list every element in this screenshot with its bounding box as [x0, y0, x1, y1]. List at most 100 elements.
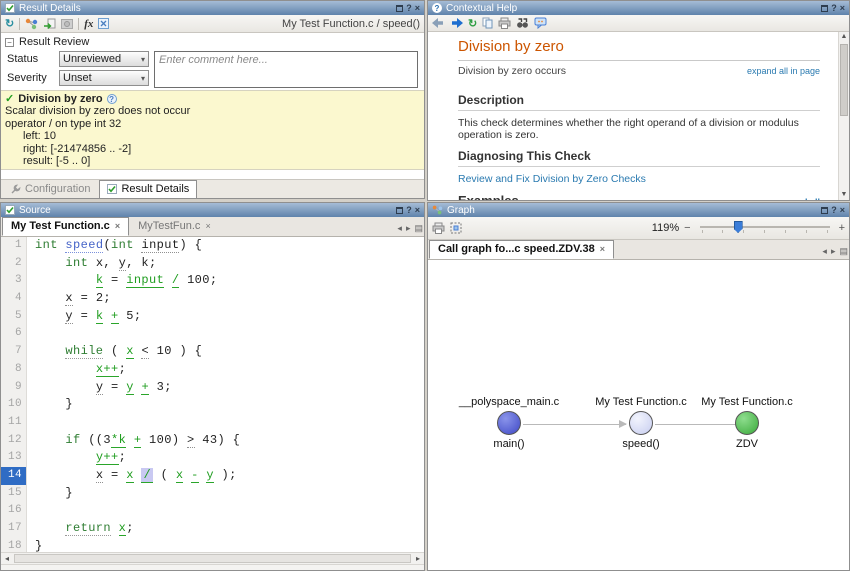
print-icon[interactable] — [498, 17, 511, 29]
panel-help-icon[interactable]: ? — [831, 205, 837, 215]
tab-scroll-left-icon[interactable]: ◂ — [822, 246, 827, 257]
code-line[interactable]: 6 — [1, 325, 424, 344]
scroll-left-icon[interactable]: ◂ — [1, 553, 13, 564]
tab-scroll-left-icon[interactable]: ◂ — [397, 223, 402, 234]
graph-node-speed[interactable]: My Test Function.c speed() — [586, 396, 696, 450]
goto-source-icon[interactable] — [43, 18, 56, 30]
feedback-icon[interactable] — [534, 17, 547, 29]
code-line[interactable]: 9 y = y + 3; — [1, 378, 424, 397]
expand-all-link[interactable]: expand all — [776, 197, 820, 200]
collapse-icon[interactable]: − — [5, 37, 14, 47]
refresh-icon[interactable]: ↻ — [468, 17, 477, 30]
code-line[interactable]: 18} — [1, 537, 424, 552]
graph-node-main[interactable]: __polyspace_main.c main() — [454, 396, 564, 450]
code-text: } — [35, 485, 74, 500]
call-graph-canvas[interactable]: __polyspace_main.c main() My Test Functi… — [428, 260, 849, 570]
code-line[interactable]: 2 int x, y, k; — [1, 254, 424, 273]
panel-help-icon[interactable]: ? — [406, 205, 412, 215]
help-question-icon[interactable]: ? — [106, 94, 117, 105]
code-line[interactable]: 16 — [1, 502, 424, 520]
source-horizontal-scrollbar[interactable]: ◂ ▸ — [1, 552, 424, 564]
code-line[interactable]: 3 k = input / 100; — [1, 272, 424, 291]
tab-my-test-function-c[interactable]: My Test Function.c × — [2, 217, 130, 236]
undock-icon[interactable] — [396, 4, 404, 12]
tab-configuration[interactable]: Configuration — [3, 181, 97, 198]
node-circle[interactable] — [497, 411, 521, 435]
tab-close-icon[interactable]: × — [115, 221, 120, 231]
node-circle[interactable] — [735, 411, 759, 435]
scroll-right-icon[interactable]: ▸ — [412, 553, 424, 564]
code-line[interactable]: 8 x++; — [1, 360, 424, 379]
zoom-out-icon[interactable]: − — [684, 222, 690, 234]
contextual-help-titlebar[interactable]: ? Contextual Help ? × — [428, 1, 849, 15]
help-vertical-scrollbar[interactable]: ▲ ▼ — [838, 32, 849, 200]
panel-help-icon[interactable]: ? — [406, 3, 412, 13]
code-line[interactable]: 15 } — [1, 484, 424, 503]
callgraph-icon[interactable] — [25, 18, 38, 30]
tab-list-icon[interactable]: ▤ — [414, 223, 423, 234]
find-icon[interactable] — [516, 17, 529, 29]
graph-titlebar[interactable]: Graph ? × — [428, 203, 849, 217]
graph-node-zdv[interactable]: My Test Function.c ZDV — [692, 396, 802, 450]
zoom-in-icon[interactable]: + — [839, 222, 845, 234]
print-icon[interactable] — [432, 222, 445, 234]
panel-close-icon[interactable]: × — [840, 205, 845, 215]
review-fix-link[interactable]: Review and Fix Division by Zero Checks — [458, 173, 646, 185]
tab-result-details[interactable]: Result Details — [99, 180, 198, 198]
code-line[interactable]: 7 while ( x < 10 ) { — [1, 343, 424, 361]
result-details-titlebar[interactable]: Result Details ? × — [1, 1, 424, 15]
undock-icon[interactable] — [821, 206, 829, 214]
undock-icon[interactable] — [396, 206, 404, 214]
result-details-title: Result Details — [19, 2, 81, 14]
fx-icon[interactable]: fx — [84, 18, 93, 30]
zoom-slider[interactable] — [699, 221, 830, 235]
tab-configuration-label: Configuration — [25, 183, 91, 195]
back-icon[interactable] — [432, 18, 445, 28]
tab-mytestfun-c[interactable]: MyTestFun.c × — [129, 217, 220, 236]
tab-scroll-right-icon[interactable]: ▸ — [406, 223, 411, 234]
scroll-up-icon[interactable]: ▲ — [839, 32, 849, 42]
code-line[interactable]: 5 y = k + 5; — [1, 307, 424, 326]
close-x-icon[interactable] — [98, 18, 110, 29]
tab-call-graph[interactable]: Call graph fo...c speed.ZDV.38 × — [429, 240, 614, 259]
undock-icon[interactable] — [821, 4, 829, 12]
fit-to-view-icon[interactable] — [450, 222, 462, 234]
scroll-down-icon[interactable]: ▼ — [839, 190, 849, 200]
scrollbar-thumb[interactable] — [840, 44, 848, 116]
diagnosing-heading: Diagnosing This Check — [458, 149, 820, 167]
check-result-line: result: [-5 .. 0] — [23, 155, 91, 168]
expand-all-in-page-link[interactable]: expand all in page — [747, 66, 820, 76]
comment-input[interactable]: Enter comment here... — [154, 51, 418, 88]
code-line[interactable]: 1 int speed(int input) { — [1, 237, 424, 255]
panel-close-icon[interactable]: × — [415, 3, 420, 13]
status-dropdown[interactable]: Unreviewed ▾ — [59, 51, 149, 67]
code-line[interactable]: 17 return x; — [1, 520, 424, 538]
code-editor[interactable]: 1 int speed(int input) {2 int x, y, k; 3 k… — [1, 237, 424, 552]
tab-close-icon[interactable]: × — [600, 244, 605, 254]
tab-list-icon[interactable]: ▤ — [839, 246, 848, 257]
code-line[interactable]: 10 } — [1, 396, 424, 414]
code-line[interactable]: 4 x = 2; — [1, 290, 424, 308]
refresh-icon[interactable]: ↻ — [5, 17, 14, 30]
node-circle[interactable] — [629, 411, 653, 435]
node-function-label: main() — [493, 438, 525, 450]
panel-help-icon[interactable]: ? — [831, 3, 837, 13]
source-titlebar[interactable]: Source ? × — [1, 203, 424, 217]
tab-scroll-right-icon[interactable]: ▸ — [831, 246, 836, 257]
code-line[interactable]: 14 x = x / ( x - y ); — [1, 466, 424, 485]
line-number: 3 — [1, 272, 27, 291]
check-summary: Scalar division by zero does not occur — [5, 105, 191, 118]
line-number: 13 — [1, 449, 27, 467]
scrollbar-thumb[interactable] — [14, 554, 411, 563]
tab-close-icon[interactable]: × — [205, 221, 210, 231]
copy-icon[interactable] — [482, 17, 493, 29]
panel-close-icon[interactable]: × — [840, 3, 845, 13]
line-number: 6 — [1, 325, 27, 344]
panel-close-icon[interactable]: × — [415, 205, 420, 215]
code-line[interactable]: 12 if ((3*k + 100) > 43) { — [1, 431, 424, 450]
severity-dropdown[interactable]: Unset ▾ — [59, 70, 149, 86]
forward-icon[interactable] — [450, 18, 463, 28]
code-line[interactable]: 11 — [1, 413, 424, 432]
code-line[interactable]: 13 y++; — [1, 449, 424, 467]
